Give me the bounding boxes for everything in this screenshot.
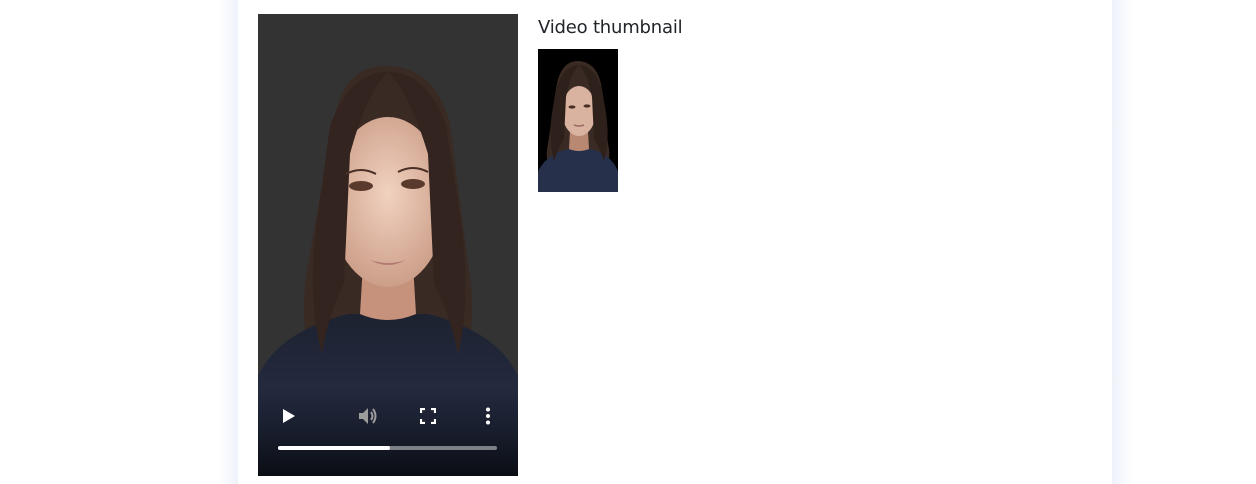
- video-player[interactable]: [258, 14, 518, 476]
- content-card: Video thumbnail: [238, 0, 1112, 484]
- volume-icon: [359, 408, 377, 424]
- video-thumbnail: [538, 49, 618, 192]
- mute-button[interactable]: [357, 405, 379, 427]
- page-shadow-right: [1112, 0, 1134, 484]
- fullscreen-icon: [420, 408, 436, 424]
- thumbnail-title: Video thumbnail: [538, 17, 683, 38]
- progress-fill: [278, 446, 390, 450]
- fullscreen-button[interactable]: [417, 405, 439, 427]
- play-icon: [283, 409, 295, 423]
- progress-bar[interactable]: [278, 446, 497, 450]
- more-options-button[interactable]: [477, 405, 499, 427]
- play-button[interactable]: [278, 405, 300, 427]
- more-vertical-icon: [486, 407, 490, 425]
- page-shadow-left: [218, 0, 238, 484]
- thumbnail-image: [538, 49, 618, 192]
- controls-gradient: [258, 386, 518, 476]
